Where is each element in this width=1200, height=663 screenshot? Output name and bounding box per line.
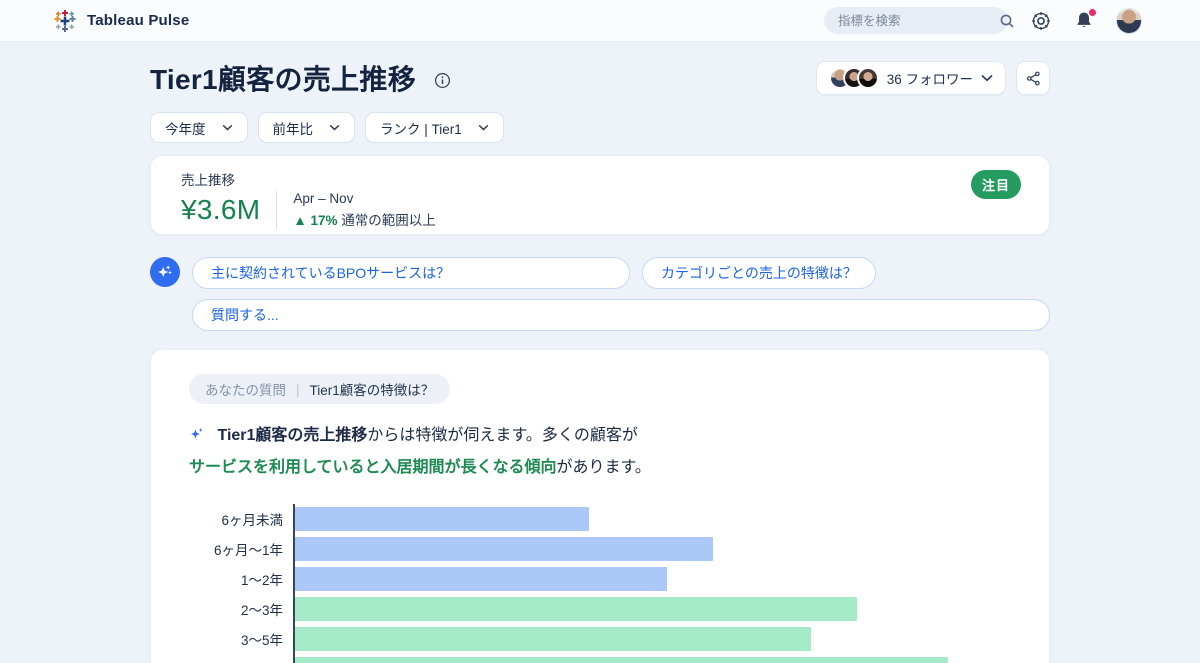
chart-category-label: 6ヶ月未満 [189,509,283,529]
metric-summary-card[interactable]: 売上推移 ¥3.6M Apr – Nov ▲ 17% 通常の範囲以上 注目 [150,155,1050,235]
chart-bar[interactable] [295,567,667,591]
filter-comparison[interactable]: 前年比 [258,112,356,143]
qa-insight-card: あなたの質問 | Tier1顧客の特徴は？ Tier1顧客の売上推移からは特徴が… [150,349,1050,663]
chart-bar[interactable] [295,657,948,663]
answer-text: からは特徴が伺えます。多くの顧客が [367,427,637,444]
follower-avatars [829,67,879,89]
filter-time-period[interactable]: 今年度 [150,112,248,143]
main-content: Tier1顧客の売上推移 36 フォロワー [150,58,1050,663]
chevron-down-icon [478,124,489,131]
chart-row: 6ヶ月未満 [295,504,1011,534]
chart-category-label: 5年以上〜 [189,659,283,663]
filter-label: ランク | Tier1 [380,118,462,138]
chart-bar[interactable] [295,597,857,621]
share-button[interactable] [1016,61,1050,95]
chevron-down-icon [222,124,233,131]
followers-button[interactable]: 36 フォロワー [816,61,1006,95]
suggested-question-chip-1[interactable]: 主に契約されているBPOサービスは？ [192,257,630,289]
chevron-down-icon [981,74,993,82]
followers-count-label: 36 フォロワー [887,68,973,88]
ask-ai-block: 主に契約されているBPOサービスは？ カテゴリごとの売上の特徴は？ [150,257,1050,331]
chart-bar[interactable] [295,627,811,651]
topbar: Tableau Pulse [0,0,1200,42]
metric-info-button[interactable] [434,72,451,89]
search-input[interactable] [838,14,999,28]
chart-bar[interactable] [295,507,589,531]
metric-value: ¥3.6M [181,194,260,226]
answer-highlight-text: サービスを利用していると入居期間が長くなる傾向 [189,459,557,476]
filter-label: 前年比 [273,118,314,138]
follower-avatar [857,67,879,89]
tableau-logo-icon [52,8,78,34]
chart-category-label: 3〜5年 [189,629,283,649]
answer-bold-text: Tier1顧客の売上推移 [217,427,367,444]
ask-question-input[interactable] [192,299,1050,331]
sparkle-icon [156,263,174,281]
filter-bar: 今年度 前年比 ランク | Tier1 [150,112,1050,143]
chart-category-label: 6ヶ月〜1年 [189,539,283,559]
chart-axis [293,504,295,663]
filter-rank-tier[interactable]: ランク | Tier1 [365,112,504,143]
notification-dot [1088,8,1097,17]
user-avatar [1116,8,1142,34]
ai-assistant-button[interactable] [150,257,180,287]
user-question-pill: あなたの質問 | Tier1顧客の特徴は？ [189,374,450,404]
page-header: Tier1顧客の売上推移 36 フォロワー [150,58,1050,98]
notifications-button[interactable] [1074,10,1094,31]
delta-percent: 17% [310,213,337,228]
status-badge: 注目 [971,170,1021,199]
chart-row: 5年以上〜 [295,654,1011,663]
metric-delta: ▲ 17% 通常の範囲以上 [293,209,435,229]
ai-answer: Tier1顧客の売上推移からは特徴が伺えます。多くの顧客が サービスを利用してい… [189,420,1011,484]
chart-category-label: 1〜2年 [189,569,283,589]
answer-text: があります。 [557,459,651,476]
chart-row: 2〜3年 [295,594,1011,624]
chart-category-label: 2〜3年 [189,599,283,619]
app-title: Tableau Pulse [87,12,189,29]
delta-up-icon: ▲ [293,213,306,228]
sparkle-icon [189,429,209,446]
bar-chart-rows: 6ヶ月未満6ヶ月〜1年1〜2年2〜3年3〜5年5年以上〜 [295,504,1011,663]
question-label: あなたの質問 [205,379,286,399]
search-icon[interactable] [999,13,1015,29]
chart-row: 1〜2年 [295,564,1011,594]
metric-search[interactable] [824,7,1008,34]
chevron-down-icon [329,124,340,131]
brand: Tableau Pulse [52,8,189,34]
suggested-question-chip-2[interactable]: カテゴリごとの売上の特徴は？ [642,257,876,289]
settings-button[interactable] [1030,10,1052,32]
info-icon [434,72,451,89]
metric-period: Apr – Nov [293,191,435,206]
share-icon [1025,70,1042,87]
filter-label: 今年度 [165,118,206,138]
metric-name: 売上推移 [181,169,1021,189]
delta-description: 通常の範囲以上 [341,213,436,228]
question-separator: | [296,382,300,397]
question-text: Tier1顧客の特徴は？ [310,379,435,399]
chart-row: 6ヶ月〜1年 [295,534,1011,564]
tenure-bar-chart: 6ヶ月未満6ヶ月〜1年1〜2年2〜3年3〜5年5年以上〜 [189,504,1011,663]
gear-icon [1030,10,1052,32]
divider [276,191,277,229]
chart-row: 3〜5年 [295,624,1011,654]
chart-bar[interactable] [295,537,713,561]
page-title: Tier1顧客の売上推移 [150,58,416,98]
user-menu-button[interactable] [1116,8,1142,34]
